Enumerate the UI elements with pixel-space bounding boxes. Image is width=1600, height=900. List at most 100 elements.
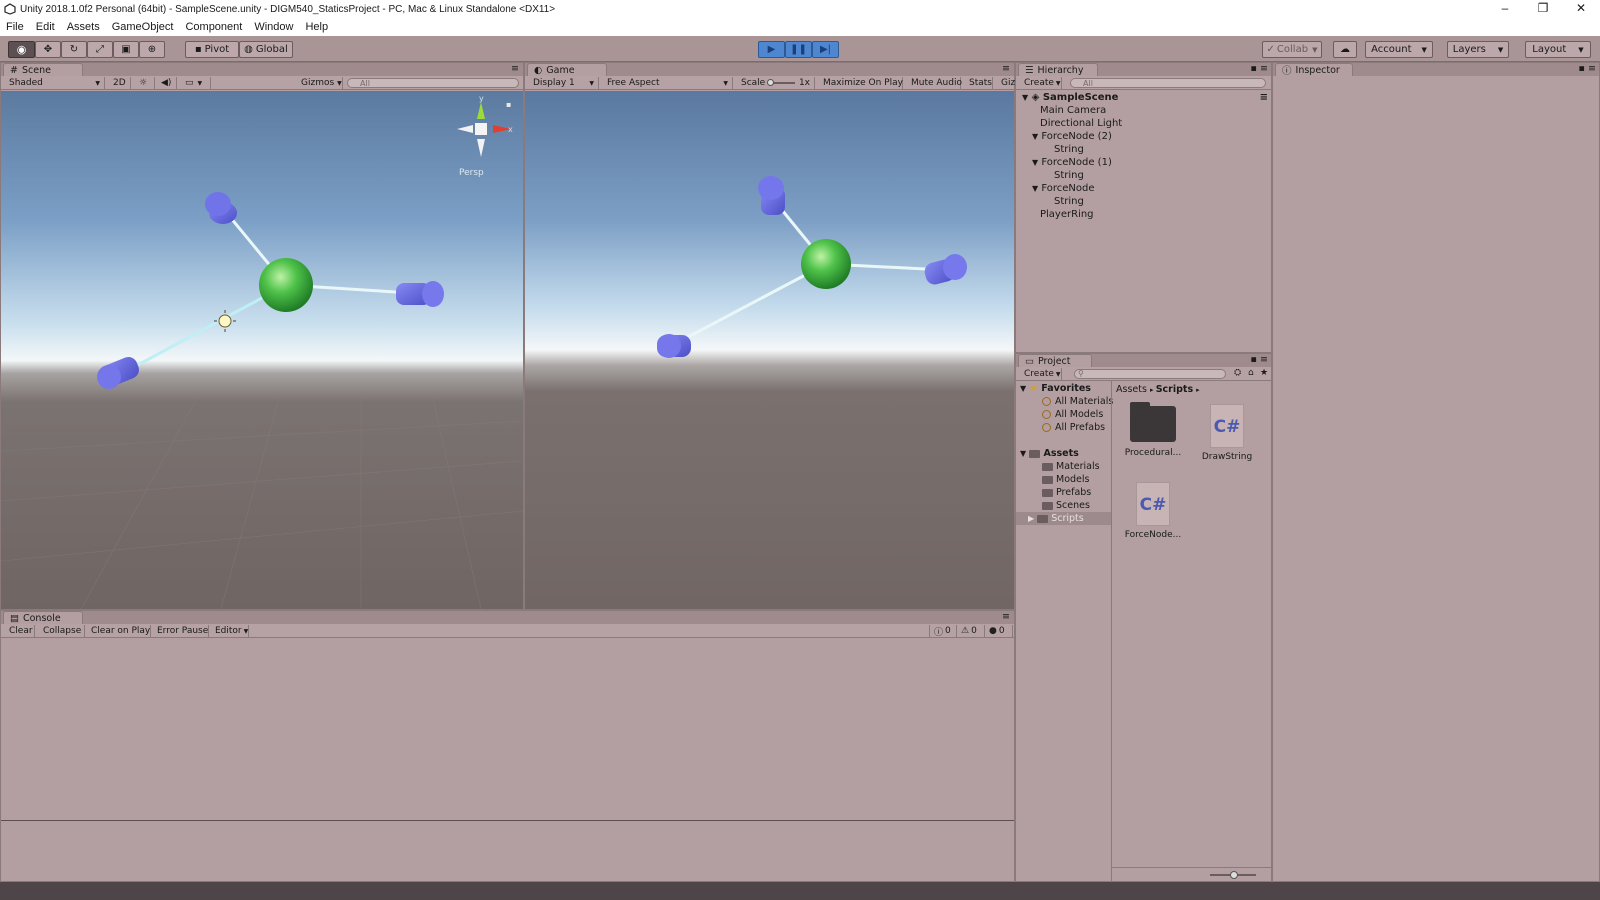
lock-icon[interactable]: ▪ — [1251, 354, 1257, 365]
move-tool-button[interactable]: ✥ — [35, 41, 61, 58]
asset-item[interactable]: Procedural... — [1122, 402, 1184, 458]
console-detail-area[interactable] — [1, 822, 1014, 881]
project-search-input[interactable]: ⚲ — [1074, 369, 1226, 379]
stats-toggle[interactable]: Stats — [965, 77, 993, 89]
menu-window[interactable]: Window — [248, 21, 299, 33]
clear-on-play-toggle[interactable]: Clear on Play — [87, 625, 151, 637]
hierarchy-create-dropdown[interactable]: Create ▼ — [1020, 77, 1062, 89]
info-filter-toggle[interactable]: ⓘ 0 — [929, 625, 957, 638]
slider-thumb[interactable] — [767, 79, 775, 86]
folder-models[interactable]: Models — [1020, 473, 1110, 486]
folder-scripts[interactable]: ▶ Scripts — [1016, 512, 1112, 525]
global-toggle[interactable]: ◍ Global — [239, 41, 293, 58]
effects-dropdown[interactable]: ▭ ▼ — [181, 77, 211, 89]
display-dropdown[interactable]: Display 1 ▼ — [529, 77, 599, 89]
list-item[interactable]: ▼ ForceNode (2) — [1022, 130, 1268, 143]
error-pause-toggle[interactable]: Error Pause — [153, 625, 209, 637]
scene-menu-icon[interactable]: ≡ — [1260, 91, 1268, 104]
breadcrumb-scripts[interactable]: Scripts — [1156, 384, 1193, 395]
maximize-on-play-toggle[interactable]: Maximize On Play — [819, 77, 903, 89]
folder-materials[interactable]: Materials — [1020, 460, 1110, 473]
asset-item[interactable]: C# DrawString — [1196, 404, 1258, 462]
cloud-button[interactable]: ☁ — [1333, 41, 1357, 58]
game-gizmos-dropdown[interactable]: Giz — [997, 77, 1015, 89]
list-item[interactable]: String — [1022, 169, 1268, 182]
console-clear-button[interactable]: Clear — [5, 625, 35, 637]
assets-root[interactable]: ▼ Assets — [1020, 447, 1110, 460]
tab-scene[interactable]: # Scene — [3, 63, 83, 76]
favorite-all-models[interactable]: All Models — [1020, 408, 1110, 421]
panel-menu-icon[interactable]: ≡ — [1002, 63, 1010, 74]
editor-dropdown[interactable]: Editor ▼ — [211, 625, 249, 637]
account-dropdown[interactable]: Account ▼ — [1365, 41, 1433, 58]
console-log-area[interactable] — [1, 638, 1014, 821]
favorites-group[interactable]: ▼ ★ Favorites — [1020, 382, 1110, 395]
aspect-dropdown[interactable]: Free Aspect ▼ — [603, 77, 733, 89]
menu-file[interactable]: File — [0, 21, 30, 33]
close-button[interactable]: ✕ — [1562, 0, 1600, 18]
tab-console[interactable]: ▤ Console — [3, 611, 83, 624]
pivot-toggle[interactable]: ▪ Pivot — [185, 41, 239, 58]
minimize-button[interactable]: – — [1486, 0, 1524, 18]
lock-icon[interactable]: ▪ — [506, 100, 511, 109]
menu-help[interactable]: Help — [299, 21, 334, 33]
panel-menu-icon[interactable]: ≡ — [1260, 63, 1268, 74]
icon-size-slider[interactable] — [1210, 871, 1256, 879]
slider-track[interactable] — [767, 79, 795, 86]
transform-tool-button[interactable]: ⊕ — [139, 41, 165, 58]
panel-menu-icon[interactable]: ≡ — [1002, 611, 1010, 622]
star-icon[interactable]: ★ — [1260, 368, 1268, 378]
scene-root[interactable]: ▼ ◈ SampleScene ≡ — [1022, 91, 1268, 104]
tab-hierarchy[interactable]: ☰ Hierarchy — [1018, 63, 1098, 76]
error-filter-toggle[interactable]: ● 0 — [985, 625, 1013, 637]
scale-slider[interactable]: Scale 1x — [737, 77, 815, 89]
folder-scenes[interactable]: Scenes — [1020, 499, 1110, 512]
hierarchy-search-input[interactable]: All — [1070, 78, 1266, 88]
play-button[interactable]: ▶ — [758, 41, 785, 58]
tab-inspector[interactable]: ⓘ Inspector — [1275, 63, 1353, 77]
lock-icon[interactable]: ▪ — [1251, 63, 1257, 74]
panel-menu-icon[interactable]: ≡ — [1588, 63, 1596, 74]
panel-menu-icon[interactable]: ≡ — [511, 63, 519, 74]
restore-button[interactable]: ❐ — [1524, 0, 1562, 18]
list-item[interactable]: String — [1022, 143, 1268, 156]
menu-component[interactable]: Component — [179, 21, 248, 33]
favorite-all-prefabs[interactable]: All Prefabs — [1020, 421, 1110, 434]
collapse-toggle[interactable]: Collapse — [39, 625, 85, 637]
layout-dropdown[interactable]: Layout ▼ — [1525, 41, 1591, 58]
lighting-toggle[interactable]: ☼ — [135, 77, 155, 89]
2d-toggle[interactable]: 2D — [109, 77, 131, 89]
favorite-all-materials[interactable]: All Materials — [1020, 395, 1113, 408]
tab-project[interactable]: ▭ Project — [1018, 354, 1092, 367]
slider-thumb[interactable] — [1230, 871, 1238, 879]
warning-filter-toggle[interactable]: ⚠ 0 — [957, 625, 985, 637]
cylinder-node[interactable] — [758, 176, 785, 215]
game-viewport[interactable] — [525, 91, 1014, 609]
project-create-dropdown[interactable]: Create ▼ — [1020, 368, 1062, 380]
shading-dropdown[interactable]: Shaded ▼ — [5, 77, 105, 89]
green-force-node[interactable] — [259, 258, 313, 312]
list-item[interactable]: Directional Light — [1022, 117, 1268, 130]
list-item[interactable]: ▼ ForceNode — [1022, 182, 1268, 195]
green-force-node[interactable] — [801, 239, 851, 289]
step-button[interactable]: ▶| — [812, 41, 839, 58]
collab-dropdown[interactable]: ✓ Collab ▼ — [1262, 41, 1322, 58]
hand-tool-button[interactable]: ◉ — [8, 41, 35, 58]
breadcrumb-assets[interactable]: Assets — [1116, 384, 1147, 395]
filter-label-icon[interactable]: ⌂ — [1248, 368, 1254, 378]
scale-tool-button[interactable]: ⤢ — [87, 41, 113, 58]
list-item[interactable]: ▼ ForceNode (1) — [1022, 156, 1268, 169]
list-item[interactable]: PlayerRing — [1022, 208, 1268, 221]
menu-assets[interactable]: Assets — [61, 21, 106, 33]
folder-prefabs[interactable]: Prefabs — [1020, 486, 1110, 499]
mute-audio-toggle[interactable]: Mute Audio — [907, 77, 962, 89]
persp-label[interactable]: Persp — [459, 168, 484, 178]
cylinder-node[interactable] — [657, 334, 691, 358]
panel-menu-icon[interactable]: ≡ — [1260, 354, 1268, 365]
asset-item[interactable]: C# ForceNode... — [1122, 482, 1184, 540]
pause-button[interactable]: ❚❚ — [785, 41, 812, 58]
rotate-tool-button[interactable]: ↻ — [61, 41, 87, 58]
menu-gameobject[interactable]: GameObject — [106, 21, 180, 33]
list-item[interactable]: Main Camera — [1022, 104, 1268, 117]
tab-game[interactable]: ◐ Game — [527, 63, 607, 76]
